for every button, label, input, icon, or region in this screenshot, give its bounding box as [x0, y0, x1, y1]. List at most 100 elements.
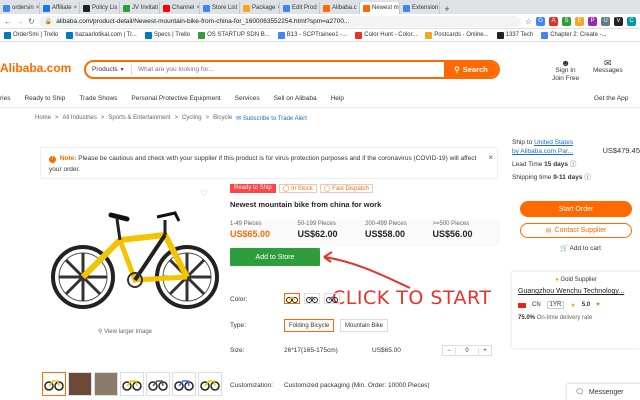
start-order-button[interactable]: Start Order	[520, 201, 632, 217]
quantity-input[interactable]: 0	[455, 347, 479, 354]
tab-label: Newest m	[372, 5, 399, 11]
shipping-carrier-link[interactable]: by Alibaba.com Par...	[512, 148, 573, 155]
bookmark-item[interactable]: 1337 Tech	[496, 31, 533, 39]
chevron-down-icon: ▼	[119, 66, 125, 73]
shipping-time-value: 9-11 days	[553, 174, 583, 181]
favicon-icon	[83, 4, 90, 12]
type-option-mountain[interactable]: Mountain Bike	[340, 319, 389, 332]
bookmark-item[interactable]: OS STARTUP SDN B...	[198, 31, 270, 39]
extension-icon[interactable]: S	[562, 16, 571, 26]
nav-item-trade-shows[interactable]: Trade Shows	[79, 95, 117, 102]
thumbnail[interactable]	[94, 372, 118, 396]
bookmark-item[interactable]: OrderSmi | Trello	[4, 31, 58, 39]
browser-tab[interactable]: Extension×	[400, 2, 440, 14]
supplier-name-link[interactable]: Guangzhou Wenchu Technology...	[518, 288, 634, 295]
favicon-icon	[123, 4, 130, 12]
url-field[interactable]: 🔒 alibaba.com/product-detail/Newest-moun…	[38, 15, 521, 27]
thumbnail[interactable]	[146, 372, 170, 396]
view-larger-link[interactable]: ⚲ View larger image	[98, 328, 152, 335]
close-icon[interactable]: ×	[36, 5, 39, 11]
nav-item-services[interactable]: Services	[235, 95, 260, 102]
cart-icon: 🛒	[560, 245, 569, 252]
thumbnail[interactable]	[198, 372, 222, 396]
search-button[interactable]: ⚲ Search	[444, 62, 498, 77]
bookmark-item[interactable]: Specs | Trello	[144, 31, 190, 39]
messages-link[interactable]: ✉ Messages	[593, 59, 623, 75]
extension-icon[interactable]: V	[614, 16, 623, 26]
browser-tab[interactable]: Newest m×	[360, 2, 400, 14]
tab-label: Package	[252, 5, 276, 11]
thumbnail[interactable]	[172, 372, 196, 396]
join-label: Join Free	[552, 75, 580, 82]
signin-link[interactable]: ☻ Sign In Join Free	[552, 59, 579, 83]
increment-button[interactable]: +	[479, 348, 491, 354]
thumbnail[interactable]	[68, 372, 92, 396]
breadcrumb-item[interactable]: Cycling	[182, 115, 202, 122]
type-option-folding[interactable]: Folding Bicycle	[284, 319, 335, 332]
extension-icon[interactable]: G	[536, 16, 545, 26]
extension-icon[interactable]: E	[575, 16, 584, 26]
contact-supplier-button[interactable]: ✉ Contact Supplier	[520, 223, 632, 238]
alibaba-logo[interactable]: Alibaba.com	[0, 61, 71, 75]
color-swatch[interactable]	[304, 293, 320, 304]
price-tier: 1-49 Pieces US$65.00	[230, 220, 298, 246]
nav-item-ready-to-ship[interactable]: Ready to Ship	[24, 95, 65, 102]
nav-item-ppe[interactable]: Personal Protective Equipment	[131, 95, 220, 102]
extension-icon[interactable]: P	[588, 16, 597, 26]
breadcrumb-item[interactable]: Home	[35, 115, 51, 122]
tab-label: Channel	[172, 5, 195, 11]
get-app-link[interactable]: Get the App	[594, 95, 628, 102]
bookmark-label: OS STARTUP SDN B...	[207, 32, 270, 38]
breadcrumb-item[interactable]: Bicycle	[213, 115, 232, 122]
messenger-button[interactable]: 🗨 Messenger	[567, 384, 640, 400]
bookmark-item[interactable]: Color Hunt - Color...	[355, 31, 417, 39]
add-to-cart-link[interactable]: 🛒 Add to cart	[560, 244, 601, 252]
bookmark-label: Chapter 2: Create -...	[550, 32, 607, 38]
browser-tab[interactable]: Affiliate ×	[40, 2, 80, 14]
bookmark-label: Postcards - Online...	[434, 32, 489, 38]
close-icon[interactable]: ×	[488, 152, 493, 163]
thumbnail[interactable]	[42, 372, 66, 396]
subscribe-trade-alert-link[interactable]: ✉ Subscribe to Trade Alert	[236, 115, 307, 122]
fast-dispatch-label: Fast Dispatch	[332, 186, 369, 192]
breadcrumb-item[interactable]: All Industries	[63, 115, 97, 122]
bookmark-item[interactable]: Postcards - Online...	[425, 31, 489, 39]
thumbnail[interactable]	[120, 372, 144, 396]
browser-tab[interactable]: Package×	[240, 2, 280, 14]
add-to-store-button[interactable]: Add to Store	[230, 248, 320, 266]
nav-item-sell[interactable]: Sell on Alibaba	[274, 95, 317, 102]
nav-item-help[interactable]: Help	[331, 95, 344, 102]
extension-icon[interactable]: U	[601, 16, 610, 26]
star-icon[interactable]: ☆	[525, 17, 532, 26]
back-icon[interactable]: ←	[4, 17, 12, 26]
decrement-button[interactable]: −	[443, 348, 455, 354]
nav-item[interactable]: ries	[0, 95, 10, 102]
browser-tab[interactable]: Edit Prod×	[280, 2, 320, 14]
bookmark-item[interactable]: bazaarlotikal.com | Tr...	[66, 31, 137, 39]
color-swatch[interactable]	[284, 293, 300, 304]
new-tab-button[interactable]: +	[440, 4, 454, 14]
search-input[interactable]	[132, 66, 444, 73]
browser-tab[interactable]: Alibaba.c×	[320, 2, 360, 14]
extension-icon[interactable]: A	[549, 16, 558, 26]
close-icon[interactable]: ×	[74, 5, 78, 11]
search-button-label: Search	[462, 65, 488, 74]
forward-icon[interactable]: →	[16, 17, 24, 26]
product-image[interactable]	[45, 195, 225, 315]
ship-country-link[interactable]: United States	[534, 139, 573, 146]
search-category-select[interactable]: Products ▼	[86, 64, 132, 75]
color-swatch[interactable]	[324, 293, 340, 304]
extension-icon[interactable]: C	[627, 16, 636, 26]
reload-icon[interactable]: ↻	[28, 17, 35, 26]
bookmark-item[interactable]: B13 - SCPTrainee1 -...	[277, 31, 347, 39]
browser-tab[interactable]: Policy Lis×	[80, 2, 120, 14]
info-icon: !	[49, 156, 56, 163]
bookmark-item[interactable]: Chapter 2: Create -...	[541, 31, 607, 39]
browser-tab[interactable]: ordersin ×	[0, 2, 40, 14]
fast-dispatch-badge: ◯ Fast Dispatch	[319, 184, 373, 193]
browser-tab[interactable]: Channel ×	[160, 2, 200, 14]
browser-tab[interactable]: JV Invitati×	[120, 2, 160, 14]
browser-tab[interactable]: Store List×	[200, 2, 240, 14]
breadcrumb-item[interactable]: Sports & Entertainment	[108, 115, 170, 122]
lead-time-label: Lead Time	[512, 161, 543, 168]
